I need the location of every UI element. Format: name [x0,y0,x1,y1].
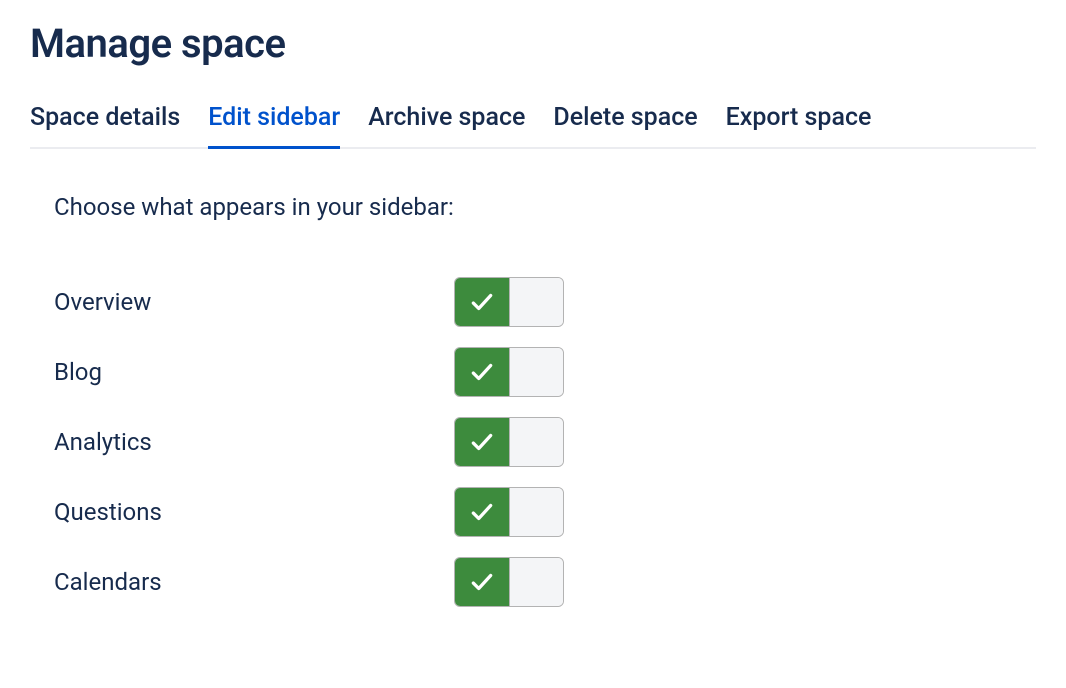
option-row-questions: Questions [54,487,1036,537]
toggle-off-side [509,348,563,396]
option-label: Analytics [54,428,454,456]
content-area: Choose what appears in your sidebar: Ove… [30,193,1036,607]
toggle-on-side [455,558,509,606]
page-title: Manage space [30,20,1036,67]
option-label: Blog [54,358,454,386]
option-label: Overview [54,288,454,316]
check-icon [469,499,495,525]
check-icon [469,289,495,315]
toggle-on-side [455,418,509,466]
toggle-off-side [509,558,563,606]
option-row-blog: Blog [54,347,1036,397]
option-label: Calendars [54,568,454,596]
toggle-overview[interactable] [454,277,564,327]
toggle-questions[interactable] [454,487,564,537]
toggle-blog[interactable] [454,347,564,397]
toggle-off-side [509,418,563,466]
tab-bar: Space details Edit sidebar Archive space… [30,103,1036,149]
toggle-on-side [455,348,509,396]
check-icon [469,569,495,595]
check-icon [469,359,495,385]
toggle-off-side [509,488,563,536]
tab-space-details[interactable]: Space details [30,103,180,149]
option-label: Questions [54,498,454,526]
toggle-on-side [455,278,509,326]
toggle-on-side [455,488,509,536]
check-icon [469,429,495,455]
toggle-calendars[interactable] [454,557,564,607]
tab-edit-sidebar[interactable]: Edit sidebar [208,103,340,149]
tab-delete-space[interactable]: Delete space [553,103,697,149]
toggle-analytics[interactable] [454,417,564,467]
option-row-calendars: Calendars [54,557,1036,607]
instruction-text: Choose what appears in your sidebar: [54,193,1036,221]
tab-archive-space[interactable]: Archive space [368,103,525,149]
toggle-off-side [509,278,563,326]
tab-export-space[interactable]: Export space [726,103,872,149]
sidebar-options-list: Overview Blog Analytics [54,277,1036,607]
option-row-analytics: Analytics [54,417,1036,467]
option-row-overview: Overview [54,277,1036,327]
